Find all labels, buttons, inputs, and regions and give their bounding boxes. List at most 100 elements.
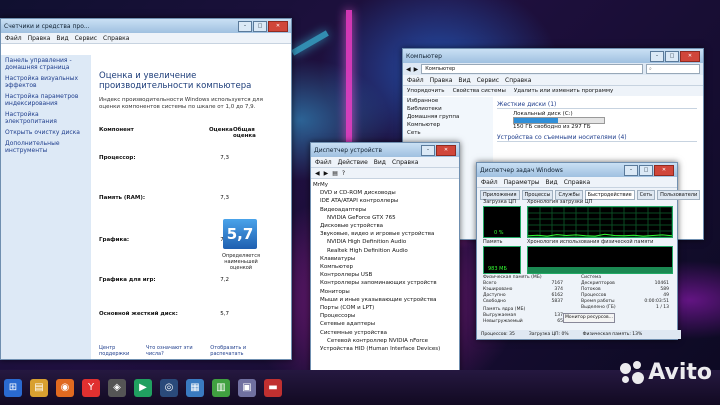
menu-item-file[interactable]: Файл: [481, 179, 498, 186]
section-removable[interactable]: Устройства со съемными носителями (4): [497, 134, 697, 142]
nav-item-libraries[interactable]: Библиотеки: [407, 105, 493, 113]
cpu-label: Загрузка ЦП: [483, 199, 517, 205]
organize-button[interactable]: Упорядочить: [407, 88, 445, 94]
tree-item[interactable]: Мониторы: [313, 288, 455, 296]
firefox-icon[interactable]: ◉: [56, 378, 74, 397]
system-properties-button[interactable]: Свойства системы: [453, 88, 506, 94]
tree-item[interactable]: NVIDIA High Definition Audio: [313, 238, 455, 246]
explorer-icon[interactable]: ▤: [30, 378, 48, 397]
tree-item[interactable]: IDE ATA/ATAPI контроллеры: [313, 197, 455, 205]
nav-item-favorites[interactable]: Избранное: [407, 97, 493, 105]
sidebar-item-indexing[interactable]: Настройка параметров индексирования: [1, 91, 91, 109]
yandex-icon[interactable]: Y: [82, 378, 100, 397]
uninstall-button[interactable]: Удалить или изменить программу: [514, 88, 613, 94]
close-button[interactable]: ✕: [268, 20, 288, 32]
titlebar[interactable]: Компьютер – □ ✕: [403, 49, 703, 63]
forward-icon[interactable]: ▶: [414, 66, 419, 73]
menu-item-file[interactable]: Файл: [315, 159, 332, 166]
minimize-button[interactable]: –: [650, 50, 664, 62]
tree-item[interactable]: Дисковые устройства: [313, 222, 455, 230]
print-link[interactable]: Отобразить и распечатать: [210, 345, 279, 357]
help-icon[interactable]: ?: [342, 170, 345, 177]
menu-item-view[interactable]: Вид: [56, 35, 68, 42]
tree-item[interactable]: Сетевой контроллер NVIDIA nForce: [313, 337, 455, 345]
minimize-button[interactable]: –: [624, 164, 638, 176]
titlebar[interactable]: Счетчики и средства про... – □ ✕: [1, 19, 291, 33]
perfmon-icon[interactable]: ▦: [186, 378, 204, 397]
menu-item-view[interactable]: Вид: [374, 159, 386, 166]
menu-item-edit[interactable]: Правка: [430, 77, 453, 84]
tree-item[interactable]: Процессоры: [313, 312, 455, 320]
tree-item[interactable]: Порты (COM и LPT): [313, 304, 455, 312]
taskmgr-icon[interactable]: ▥: [212, 378, 230, 397]
what-numbers-mean-link[interactable]: Что означают эти числа?: [146, 345, 210, 357]
menu-item-options[interactable]: Параметры: [504, 179, 540, 186]
tree-item[interactable]: Контроллеры запоминающих устройств: [313, 279, 455, 287]
maximize-button[interactable]: □: [665, 50, 679, 62]
menu-item-help[interactable]: Справка: [392, 159, 418, 166]
back-icon[interactable]: ◀: [315, 170, 320, 177]
tree-item[interactable]: Мыши и иные указывающие устройства: [313, 296, 455, 304]
sidebar-item-home[interactable]: Панель управления - домашняя страница: [1, 55, 91, 73]
menu-item-file[interactable]: Файл: [407, 77, 424, 84]
menu-item-action[interactable]: Действие: [338, 159, 368, 166]
minimize-button[interactable]: –: [421, 144, 435, 156]
tree-item[interactable]: NVIDIA GeForce GTX 765: [313, 214, 455, 222]
forward-icon[interactable]: ▶: [324, 170, 329, 177]
start-icon[interactable]: ⊞: [4, 378, 22, 397]
tree-root[interactable]: MrMy: [313, 181, 455, 189]
back-icon[interactable]: ◀: [406, 66, 411, 73]
menu-item-tools[interactable]: Сервис: [477, 77, 499, 84]
disk-c-label[interactable]: Локальный диск (C:): [513, 111, 701, 117]
tree-item[interactable]: Клавиатуры: [313, 255, 455, 263]
minimize-button[interactable]: –: [238, 20, 252, 32]
properties-icon[interactable]: ▤: [332, 170, 338, 177]
tab-networking[interactable]: Сеть: [636, 190, 656, 200]
tree-item[interactable]: Устройства HID (Human Interface Devices): [313, 345, 455, 353]
tree-item[interactable]: Realtek High Definition Audio: [313, 247, 455, 255]
media-icon[interactable]: ▶: [134, 378, 152, 397]
section-hard-disks[interactable]: Жесткие диски (1): [497, 101, 697, 109]
tab-users[interactable]: Пользователи: [657, 190, 701, 200]
titlebar[interactable]: Диспетчер задач Windows – □ ✕: [477, 163, 677, 177]
sidebar-item-visual-effects[interactable]: Настройка визуальных эффектов: [1, 73, 91, 91]
resource-monitor-button[interactable]: Монитор ресурсов...: [563, 313, 615, 323]
menu-item-help[interactable]: Справка: [564, 179, 590, 186]
menu-item-edit[interactable]: Правка: [28, 35, 51, 42]
tree-item[interactable]: DVD и CD-ROM дисководы: [313, 189, 455, 197]
search-input[interactable]: ⌕: [646, 64, 700, 74]
menu-item-tools[interactable]: Сервис: [75, 35, 97, 42]
mem-meter: 983 МБ: [483, 246, 521, 274]
gamepad-icon[interactable]: ◈: [108, 378, 126, 397]
tree-item[interactable]: Видеоадаптеры: [313, 206, 455, 214]
mem-value: 983 МБ: [488, 266, 507, 272]
tree-item[interactable]: Системные устройства: [313, 329, 455, 337]
maximize-button[interactable]: □: [639, 164, 653, 176]
menu-item-help[interactable]: Справка: [505, 77, 531, 84]
menu-item-help[interactable]: Справка: [103, 35, 129, 42]
stat-label: Невыгружаемый: [483, 319, 523, 324]
tree-item[interactable]: Контроллеры USB: [313, 271, 455, 279]
tree-item[interactable]: Компьютер: [313, 263, 455, 271]
devmgr-icon[interactable]: ▣: [238, 378, 256, 397]
menu-item-view[interactable]: Вид: [546, 179, 558, 186]
sidebar-item-advanced-tools[interactable]: Дополнительные инструменты: [1, 138, 91, 156]
tree-item[interactable]: Звуковые, видео и игровые устройства: [313, 230, 455, 238]
sidebar-item-disk-cleanup[interactable]: Открыть очистку диска: [1, 127, 91, 138]
menu-item-file[interactable]: Файл: [5, 35, 22, 42]
steam-icon[interactable]: ◎: [160, 378, 178, 397]
menu-item-view[interactable]: Вид: [458, 77, 470, 84]
nav-item-homegroup[interactable]: Домашняя группа: [407, 113, 493, 121]
nav-item-computer[interactable]: Компьютер: [407, 121, 493, 129]
maximize-button[interactable]: □: [253, 20, 267, 32]
close-button[interactable]: ✕: [680, 50, 700, 62]
tree-item[interactable]: Сетевые адаптеры: [313, 320, 455, 328]
app-icon[interactable]: ▬: [264, 378, 282, 397]
close-button[interactable]: ✕: [654, 164, 674, 176]
address-input[interactable]: Компьютер: [421, 64, 643, 74]
support-center-link[interactable]: Центр поддержки: [99, 345, 146, 357]
titlebar[interactable]: Диспетчер устройств – ✕: [311, 143, 459, 157]
sidebar-item-power[interactable]: Настройка электропитания: [1, 109, 91, 127]
close-button[interactable]: ✕: [436, 144, 456, 156]
nav-item-network[interactable]: Сеть: [407, 129, 493, 137]
